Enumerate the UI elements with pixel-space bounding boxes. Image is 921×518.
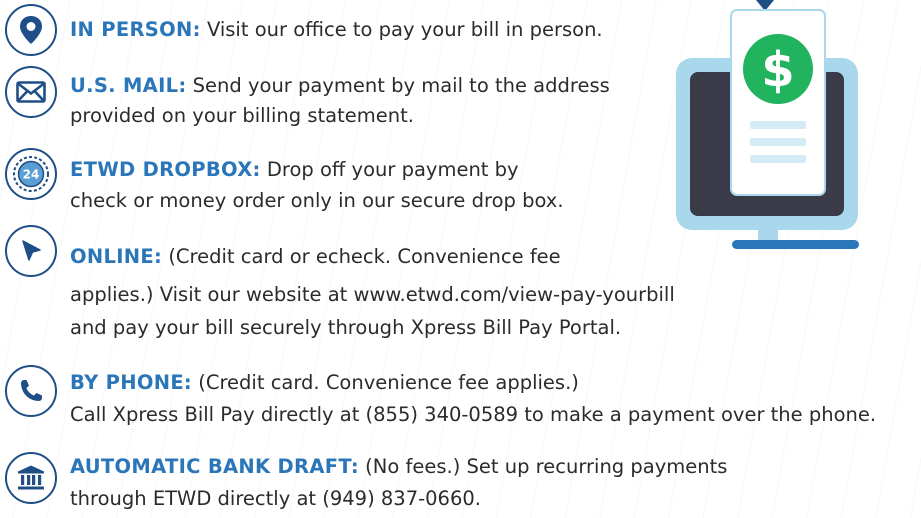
- option-heading: AUTOMATIC BANK DRAFT:: [70, 455, 359, 478]
- dropbox-24-icon: 24: [5, 148, 57, 200]
- option-line-2: applies.) Visit our website at www.etwd.…: [70, 280, 675, 310]
- option-text: Send your payment by mail to the address: [192, 74, 610, 97]
- option-text: check or money order only in our secure …: [70, 189, 564, 212]
- cursor-icon: [5, 225, 57, 277]
- location-pin-icon: [5, 4, 57, 56]
- option-text: (Credit card or echeck. Convenience fee: [168, 245, 561, 268]
- option-heading: U.S. MAIL:: [70, 74, 187, 97]
- option-line-3: and pay your bill securely through Xpres…: [70, 313, 621, 343]
- option-line-2: through ETWD directly at (949) 837-0660.: [70, 484, 481, 514]
- monitor-bill-illustration: $: [676, 0, 876, 264]
- option-heading: ETWD DROPBOX:: [70, 158, 261, 181]
- option-text: and pay your bill securely through Xpres…: [70, 316, 622, 339]
- option-heading: ONLINE:: [70, 245, 163, 268]
- option-heading: IN PERSON:: [70, 18, 201, 41]
- option-text: Call Xpress Bill Pay directly at (855) 3…: [70, 403, 877, 426]
- bank-icon: [5, 452, 57, 504]
- monitor-bill-dollar-icon: $: [676, 0, 859, 249]
- option-line-1: AUTOMATIC BANK DRAFT: (No fees.) Set up …: [70, 452, 727, 482]
- phone-icon: [5, 365, 57, 417]
- option-line-2: Call Xpress Bill Pay directly at (855) 3…: [70, 400, 876, 430]
- option-text: applies.) Visit our website at www.etwd.…: [70, 283, 675, 306]
- option-line-1: ONLINE: (Credit card or echeck. Convenie…: [70, 242, 561, 272]
- option-line-1: U.S. MAIL: Send your payment by mail to …: [70, 71, 610, 101]
- option-line-1: BY PHONE: (Credit card. Convenience fee …: [70, 368, 579, 398]
- option-text: Drop off your payment by: [266, 158, 519, 181]
- option-line-1: ETWD DROPBOX: Drop off your payment by: [70, 155, 519, 185]
- option-line-2: provided on your billing statement.: [70, 101, 414, 131]
- dropbox-24-text: 24: [23, 168, 40, 182]
- option-line-1: IN PERSON: Visit our office to pay your …: [70, 15, 603, 45]
- option-text: Visit our office to pay your bill in per…: [206, 18, 603, 41]
- option-text: through ETWD directly at (949) 837-0660.: [70, 487, 481, 510]
- envelope-icon: [5, 66, 57, 118]
- option-line-2: check or money order only in our secure …: [70, 186, 564, 216]
- option-text: (No fees.) Set up recurring payments: [365, 455, 728, 478]
- option-text: provided on your billing statement.: [70, 104, 414, 127]
- option-heading: BY PHONE:: [70, 371, 193, 394]
- dollar-symbol: $: [761, 42, 794, 98]
- option-text: (Credit card. Convenience fee applies.): [198, 371, 579, 394]
